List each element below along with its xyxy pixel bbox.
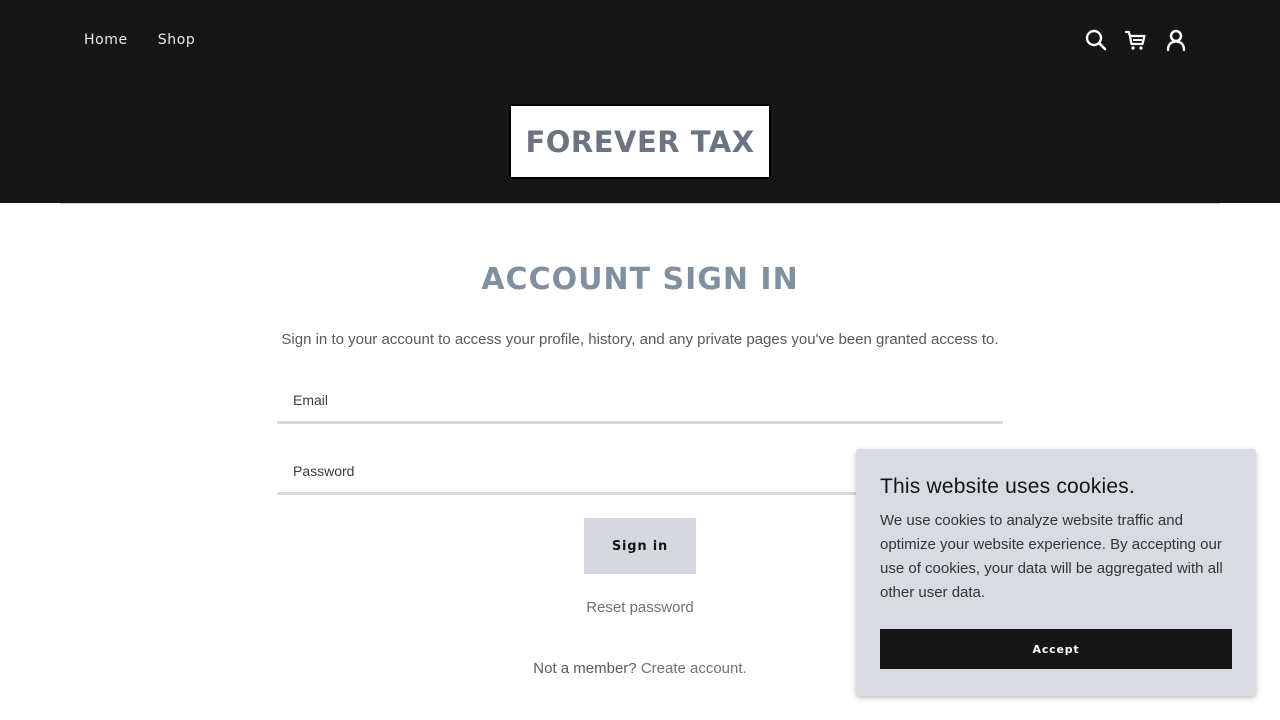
site-logo[interactable]: FOREVER TAX (509, 104, 771, 179)
main-nav: Home Shop (84, 31, 225, 49)
page-subtitle: Sign in to your account to access your p… (281, 331, 999, 348)
cookie-banner: This website uses cookies. We use cookie… (856, 449, 1256, 696)
email-input[interactable] (277, 378, 1003, 421)
member-prompt: Not a member? (533, 660, 637, 677)
account-icon[interactable] (1164, 28, 1188, 52)
page-title: ACCOUNT SIGN IN (481, 262, 799, 297)
accept-cookies-button[interactable]: Accept (880, 629, 1232, 669)
cookie-title: This website uses cookies. (880, 475, 1135, 498)
nav-shop-link[interactable]: Shop (158, 31, 196, 49)
cookie-body: We use cookies to analyze website traffi… (880, 512, 1223, 601)
email-field (277, 378, 1003, 424)
create-account-link[interactable]: Create account. (641, 660, 747, 677)
header-icons (1084, 28, 1188, 52)
search-icon[interactable] (1084, 28, 1108, 52)
site-header: Home Shop FOREVER TAX (0, 0, 1280, 203)
header-divider (60, 203, 1220, 204)
reset-password-link[interactable]: Reset password (586, 599, 694, 616)
sign-in-button[interactable]: Sign in (584, 518, 696, 574)
logo-text: FOREVER TAX (525, 124, 755, 159)
nav-home-link[interactable]: Home (84, 31, 128, 49)
cart-icon[interactable] (1124, 28, 1148, 52)
